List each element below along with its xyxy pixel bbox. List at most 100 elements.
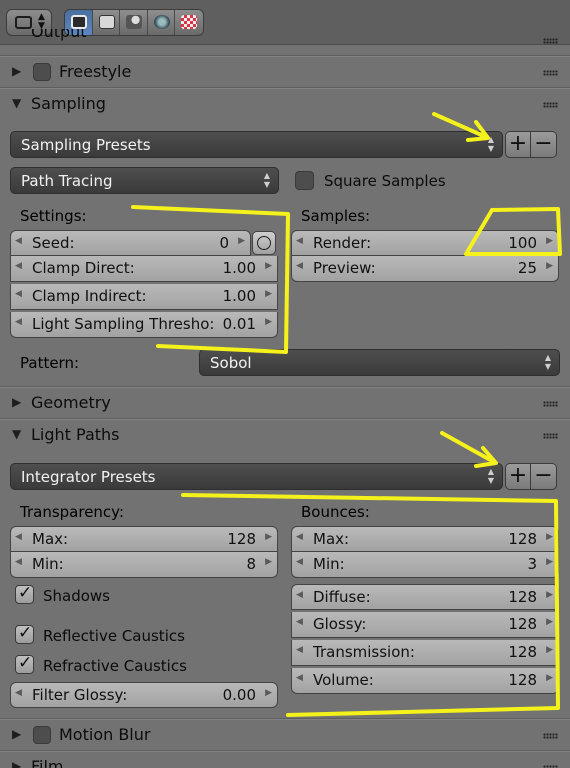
expand-triangle-icon[interactable]: ▶ (12, 727, 21, 741)
panel-geometry-title: Geometry (31, 393, 111, 412)
volume-bounces-field[interactable]: ◀ Volume: 128 ▶ (291, 668, 559, 694)
bounces-max-field[interactable]: ◀ Max: 128 ▶ (291, 526, 559, 552)
expand-triangle-icon[interactable]: ▶ (12, 759, 21, 768)
bounces-max-label: Max: (313, 530, 350, 548)
drag-grip-icon[interactable] (543, 433, 558, 439)
pattern-dropdown[interactable]: Sobol ▲ ▼ (199, 349, 560, 376)
remove-integrator-preset-button[interactable]: − (531, 463, 557, 490)
bounces-label: Bounces: (301, 503, 370, 521)
clamp-indirect-value: 1.00 (222, 287, 256, 305)
reflective-caustics-checkbox[interactable]: ✓ (15, 623, 34, 644)
sampling-presets-menu[interactable]: Sampling Presets ▲ ▼ (10, 131, 503, 158)
preview-samples-value: 25 (517, 259, 537, 277)
render-layers-icon (98, 15, 115, 29)
scene-icon (126, 15, 143, 29)
clamp-direct-value: 1.00 (222, 259, 256, 277)
diffuse-bounces-field[interactable]: ◀ Diffuse: 128 ▶ (291, 584, 559, 610)
integrator-presets-menu[interactable]: Integrator Presets ▲ ▼ (10, 463, 503, 490)
transparency-min-label: Min: (32, 555, 64, 573)
reflective-caustics-label: Reflective Caustics (43, 627, 185, 645)
panel-geometry-header[interactable]: ▶ Geometry (0, 388, 570, 420)
transparency-max-field[interactable]: ◀ Max: 128 ▶ (10, 526, 278, 552)
bounces-min-label: Min: (313, 555, 345, 573)
drag-grip-icon[interactable] (543, 70, 558, 76)
filter-glossy-field[interactable]: ◀ Filter Glossy: 0.00 ▶ (10, 682, 278, 708)
transparency-min-value: 8 (246, 555, 256, 573)
add-integrator-preset-button[interactable]: + (505, 463, 531, 490)
seed-clock-icon[interactable] (252, 231, 276, 255)
bounces-min-field[interactable]: ◀ Min: 3 ▶ (291, 552, 559, 578)
world-icon (153, 15, 170, 29)
drag-grip-icon[interactable] (543, 401, 558, 407)
panel-sampling-header[interactable]: ▼ Sampling (0, 89, 570, 121)
plus-icon: + (508, 131, 528, 156)
render-samples-field[interactable]: ◀ Render: 100 ▶ (291, 230, 559, 256)
panel-light-paths-header[interactable]: ▼ Light Paths (0, 420, 570, 452)
diffuse-bounces-label: Diffuse: (313, 588, 371, 606)
panel-freestyle-header[interactable]: ▶ Freestyle (0, 57, 570, 89)
pattern-label: Pattern: (20, 354, 80, 372)
seed-label: Seed: (32, 234, 75, 252)
diffuse-bounces-value: 128 (508, 588, 537, 606)
expand-triangle-icon[interactable]: ▶ (12, 64, 21, 78)
volume-bounces-value: 128 (508, 671, 537, 689)
integrator-value: Path Tracing (21, 172, 113, 190)
clamp-indirect-label: Clamp Indirect: (32, 287, 147, 305)
freestyle-enable-checkbox[interactable] (33, 63, 51, 81)
refractive-caustics-label: Refractive Caustics (43, 657, 187, 675)
transmission-bounces-label: Transmission: (313, 643, 415, 661)
transmission-bounces-value: 128 (508, 643, 537, 661)
glossy-bounces-field[interactable]: ◀ Glossy: 128 ▶ (291, 612, 559, 638)
shadows-label: Shadows (43, 587, 111, 605)
panel-motion-blur-header[interactable]: ▶ Motion Blur (0, 720, 570, 752)
transparency-max-label: Max: (32, 530, 69, 548)
expand-triangle-icon[interactable]: ▶ (12, 395, 21, 409)
add-sampling-preset-button[interactable]: + (505, 131, 531, 158)
shadows-checkbox[interactable]: ✓ (15, 583, 34, 604)
refractive-caustics-checkbox[interactable]: ✓ (15, 653, 34, 674)
integrator-dropdown[interactable]: Path Tracing ▲ ▼ (10, 167, 279, 194)
light-sampling-threshold-field[interactable]: ◀ Light Sampling Thresho: 0.01 ▶ (10, 312, 278, 338)
filter-glossy-value: 0.00 (222, 686, 256, 704)
panel-sampling-title: Sampling (31, 94, 106, 113)
minus-icon: − (534, 463, 553, 488)
pattern-value: Sobol (210, 354, 252, 372)
light-sampling-threshold-label: Light Sampling Thresho: (32, 315, 215, 333)
camera-icon (71, 15, 87, 29)
plus-icon: + (508, 463, 528, 488)
drag-grip-icon[interactable] (543, 38, 558, 44)
checkmark-icon: ✓ (18, 653, 33, 673)
motion-blur-enable-checkbox[interactable] (33, 726, 51, 744)
square-samples-checkbox[interactable] (295, 171, 314, 190)
panel-output-header[interactable]: Output (0, 29, 570, 53)
panel-output-title: Output (31, 29, 87, 41)
collapse-triangle-icon[interactable]: ▼ (12, 427, 21, 441)
transmission-bounces-field[interactable]: ◀ Transmission: 128 ▶ (291, 640, 559, 666)
chevron-updown-icon: ▲ ▼ (487, 135, 494, 153)
integrator-presets-label: Integrator Presets (21, 468, 156, 486)
transparency-label: Transparency: (20, 503, 125, 521)
clamp-direct-field[interactable]: ◀ Clamp Direct: 1.00 ▶ (10, 256, 278, 282)
chevron-updown-icon: ▲ ▼ (263, 171, 270, 189)
texture-icon (181, 15, 198, 29)
preview-samples-field[interactable]: ◀ Preview: 25 ▶ (291, 256, 559, 282)
panel-film-title: Film (31, 757, 64, 768)
drag-grip-icon[interactable] (543, 733, 558, 739)
collapse-triangle-icon[interactable]: ▼ (12, 96, 21, 110)
bounces-max-value: 128 (508, 530, 537, 548)
samples-label: Samples: (301, 207, 371, 225)
panel-film-header[interactable]: ▶ Film (0, 752, 570, 768)
drag-grip-icon[interactable] (543, 102, 558, 108)
glossy-bounces-label: Glossy: (313, 615, 367, 633)
square-samples-label: Square Samples (324, 172, 446, 190)
remove-sampling-preset-button[interactable]: − (531, 131, 557, 158)
render-samples-label: Render: (313, 234, 372, 252)
preview-samples-label: Preview: (313, 259, 376, 277)
clamp-direct-label: Clamp Direct: (32, 259, 135, 277)
panel-light-paths-title: Light Paths (31, 425, 120, 444)
bounces-min-value: 3 (527, 555, 537, 573)
minus-icon: − (534, 131, 553, 156)
clamp-indirect-field[interactable]: ◀ Clamp Indirect: 1.00 ▶ (10, 284, 278, 310)
seed-field[interactable]: ◀ Seed: 0 ▶ (10, 230, 251, 256)
transparency-min-field[interactable]: ◀ Min: 8 ▶ (10, 552, 278, 578)
